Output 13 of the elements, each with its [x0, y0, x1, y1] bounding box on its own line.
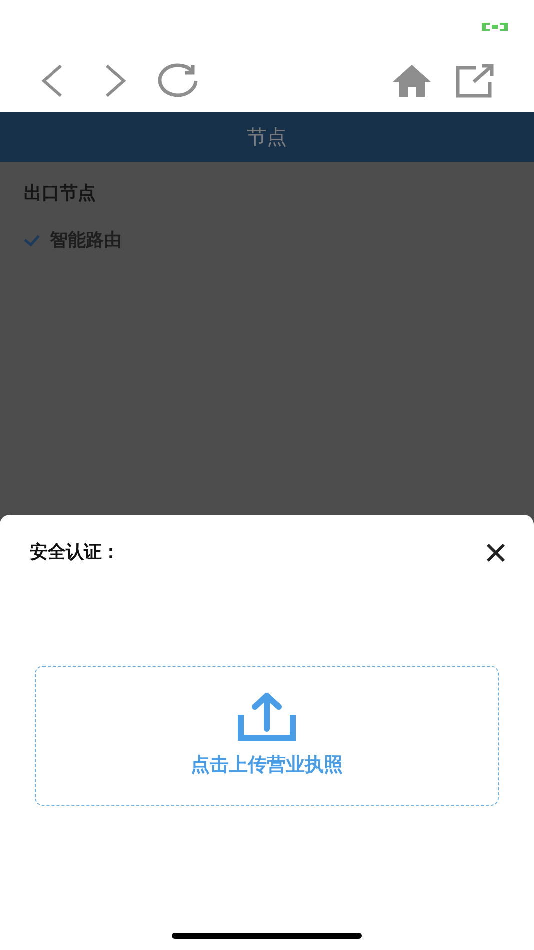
reload-button[interactable]	[158, 63, 200, 99]
check-icon	[24, 234, 40, 246]
home-button[interactable]	[392, 64, 432, 98]
sheet-title: 安全认证：	[30, 541, 120, 565]
section-title: 出口节点	[24, 182, 97, 206]
forward-button[interactable]	[104, 64, 128, 98]
upload-icon	[238, 692, 296, 741]
close-button[interactable]	[486, 542, 506, 562]
battery-icon	[482, 22, 508, 32]
upload-area[interactable]: 点击上传营业执照	[35, 666, 499, 806]
back-button[interactable]	[40, 64, 64, 98]
page-title: 节点	[247, 124, 287, 151]
share-button[interactable]	[456, 64, 494, 98]
